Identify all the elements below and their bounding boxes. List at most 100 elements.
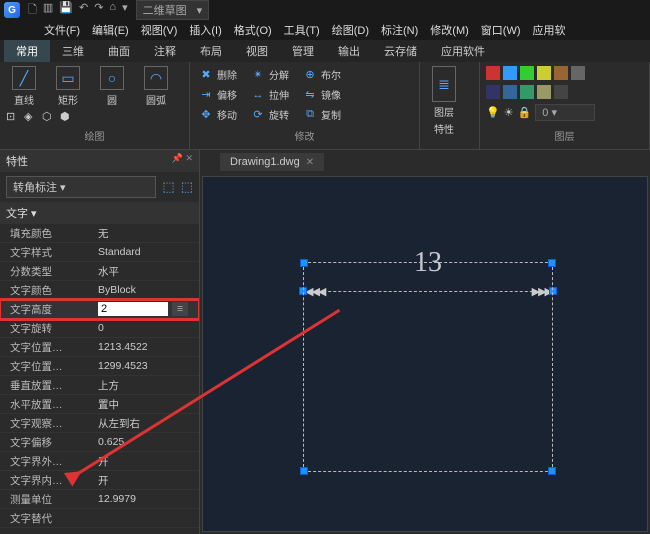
layer-dropdown[interactable]: 0 ▾ [535, 104, 595, 121]
color-swatch[interactable] [554, 66, 568, 80]
property-row[interactable]: 文字界外…开 [0, 452, 199, 471]
select-object-icon[interactable]: ⬚ [181, 179, 193, 195]
document-tab[interactable]: Drawing1.dwg ✕ [220, 153, 324, 171]
new-icon[interactable]: 🗋 [28, 1, 37, 20]
color-swatch[interactable] [486, 85, 500, 99]
property-row[interactable]: 文字观察…从左到右 [0, 414, 199, 433]
options-icon[interactable]: ≡ [172, 302, 188, 316]
arc-button[interactable]: ◠圆弧 [138, 66, 174, 107]
color-swatch[interactable] [537, 66, 551, 80]
boolean-button[interactable]: ⊕布尔 [300, 66, 344, 83]
sun-icon[interactable]: ☀ [504, 106, 514, 119]
undo-icon[interactable]: ↶ [79, 1, 88, 20]
property-row[interactable]: 文字旋转0 [0, 319, 199, 338]
object-type-select[interactable]: 转角标注 ▾ [6, 176, 156, 198]
property-value[interactable]: 置中 [94, 397, 199, 412]
property-row[interactable]: 水平放置…置中 [0, 395, 199, 414]
print-icon[interactable]: ⌂ [109, 1, 116, 20]
open-icon[interactable]: ▥ [43, 1, 53, 20]
misc-draw-icon[interactable]: ⬢ [60, 110, 74, 124]
view-mode-dropdown[interactable]: 二维草图 ▾ [136, 0, 210, 20]
bulb-icon[interactable]: 💡 [486, 106, 500, 119]
color-swatch[interactable] [486, 66, 500, 80]
close-icon[interactable]: ✕ [306, 157, 314, 168]
stretch-button[interactable]: ↔拉伸 [248, 86, 292, 103]
property-row[interactable]: 文字高度≡ [0, 300, 199, 319]
redo-icon[interactable]: ↷ [94, 1, 103, 20]
grip-handle[interactable] [300, 259, 308, 267]
property-row[interactable]: 文字界内…开 [0, 471, 199, 490]
property-value[interactable]: 上方 [94, 378, 199, 393]
line-button[interactable]: ╱直线 [6, 66, 42, 107]
tab-output[interactable]: 输出 [326, 40, 372, 62]
property-value[interactable]: 无 [94, 226, 199, 241]
color-swatch[interactable] [503, 85, 517, 99]
drawing-canvas[interactable]: 13 ◀◀◀ ▶▶▶ [202, 176, 648, 532]
menu-tools[interactable]: 工具(T) [280, 20, 324, 40]
rotate-button[interactable]: ⟳旋转 [248, 106, 292, 123]
property-value[interactable]: ≡ [94, 302, 199, 316]
property-value[interactable]: 0.625 [94, 436, 199, 448]
tab-view[interactable]: 视图 [234, 40, 280, 62]
property-row[interactable]: 文字位置…1299.4523 [0, 357, 199, 376]
property-row[interactable]: 文字偏移0.625 [0, 433, 199, 452]
tab-cloud[interactable]: 云存储 [372, 40, 429, 62]
property-value[interactable]: Standard [94, 246, 199, 258]
menu-file[interactable]: 文件(F) [40, 20, 84, 40]
color-swatch[interactable] [554, 85, 568, 99]
menu-window[interactable]: 窗口(W) [477, 20, 525, 40]
tab-common[interactable]: 常用 [4, 40, 50, 62]
property-value[interactable]: 0 [94, 322, 199, 334]
move-button[interactable]: ✥移动 [196, 106, 240, 123]
tab-surface[interactable]: 曲面 [96, 40, 142, 62]
tab-annotate[interactable]: 注释 [142, 40, 188, 62]
menu-dimension[interactable]: 标注(N) [377, 20, 422, 40]
color-swatch[interactable] [503, 66, 517, 80]
menu-format[interactable]: 格式(O) [230, 20, 276, 40]
menu-draw[interactable]: 绘图(D) [328, 20, 373, 40]
property-value[interactable]: ByBlock [94, 284, 199, 296]
circle-button[interactable]: ○圆 [94, 66, 130, 107]
menu-view[interactable]: 视图(V) [137, 20, 182, 40]
property-row[interactable]: 垂直放置…上方 [0, 376, 199, 395]
property-value[interactable]: 1213.4522 [94, 341, 199, 353]
copy-button[interactable]: ⧉复制 [300, 106, 344, 123]
property-row[interactable]: 文字样式Standard [0, 243, 199, 262]
property-row[interactable]: 文字替代 [0, 509, 199, 528]
property-row[interactable]: 填充颜色无 [0, 224, 199, 243]
color-swatch[interactable] [571, 66, 585, 80]
menu-modify[interactable]: 修改(M) [426, 20, 473, 40]
property-row[interactable]: 文字颜色ByBlock [0, 281, 199, 300]
property-value[interactable]: 开 [94, 454, 199, 469]
misc-draw-icon[interactable]: ⊡ [6, 110, 20, 124]
selected-rectangle[interactable] [303, 262, 553, 472]
lock-icon[interactable]: 🔒 [518, 106, 532, 119]
menu-edit[interactable]: 编辑(E) [88, 20, 133, 40]
explode-button[interactable]: ✴分解 [248, 66, 292, 83]
text-height-input[interactable] [98, 302, 168, 316]
tab-3d[interactable]: 三维 [50, 40, 96, 62]
offset-button[interactable]: ⇥偏移 [196, 86, 240, 103]
menu-insert[interactable]: 插入(I) [185, 20, 225, 40]
mirror-button[interactable]: ⇋镜像 [300, 86, 344, 103]
grip-handle[interactable] [548, 259, 556, 267]
tab-apps[interactable]: 应用软件 [429, 40, 497, 62]
layer-props-button[interactable]: ≣ 图层 特性 [426, 66, 462, 136]
tab-layout[interactable]: 布局 [188, 40, 234, 62]
rect-button[interactable]: ▭矩形 [50, 66, 86, 107]
menu-app[interactable]: 应用软 [529, 20, 570, 40]
color-swatch[interactable] [520, 85, 534, 99]
save-icon[interactable]: 💾 [59, 1, 73, 20]
more-icon[interactable]: ▾ [122, 1, 128, 20]
misc-draw-icon[interactable]: ◈ [24, 110, 38, 124]
color-swatch[interactable] [520, 66, 534, 80]
grip-handle[interactable] [548, 467, 556, 475]
section-header-text[interactable]: 文字 ▾ [0, 202, 199, 224]
delete-button[interactable]: ✖删除 [196, 66, 240, 83]
tab-manage[interactable]: 管理 [280, 40, 326, 62]
quick-select-icon[interactable]: ⬚ [162, 179, 174, 195]
property-value[interactable]: 开 [94, 473, 199, 488]
panel-pin-icon[interactable]: 📌 ✕ [172, 153, 193, 169]
property-value[interactable]: 水平 [94, 264, 199, 279]
property-row[interactable]: 测量单位12.9979 [0, 490, 199, 509]
